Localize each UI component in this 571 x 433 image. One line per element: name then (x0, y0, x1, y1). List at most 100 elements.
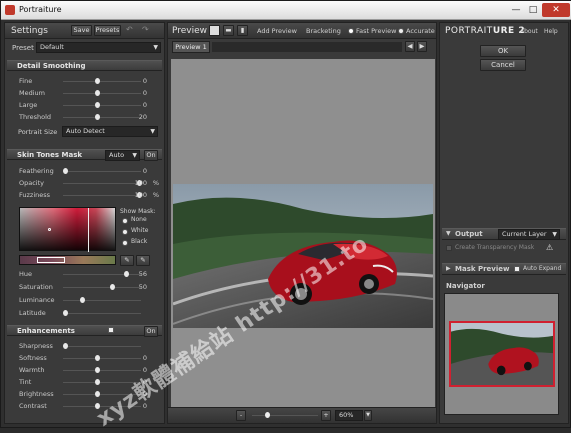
right-panel: PORTRAITURE 2 About Help OK Cancel ▼ Out… (439, 22, 569, 424)
close-button[interactable]: ✕ (542, 3, 570, 17)
skin-tones-title: Skin Tones Mask (17, 151, 83, 159)
hsl-slider-knob[interactable] (63, 310, 68, 316)
undo-icon[interactable]: ↶ (126, 25, 133, 34)
skin-on-toggle[interactable]: On (144, 150, 158, 161)
zoom-bar: - + 60% ▼ (168, 407, 436, 423)
cancel-button[interactable]: Cancel (480, 59, 526, 71)
fast-preview-radio[interactable] (348, 28, 354, 34)
detail-label: Large (19, 101, 38, 109)
tab-preview-1[interactable]: Preview 1 (172, 41, 210, 53)
detail-smoothing-header[interactable]: Detail Smoothing (7, 60, 162, 71)
tab-prev-icon[interactable]: ◀ (405, 41, 415, 52)
car-photo-svg (173, 184, 433, 328)
detail-slider-knob[interactable] (94, 78, 100, 84)
zoom-slider-track[interactable] (252, 415, 318, 416)
redo-icon[interactable]: ↷ (142, 25, 149, 34)
zoom-select[interactable]: 60% (335, 410, 363, 421)
enhancement-slider-knob[interactable] (94, 355, 100, 361)
enhancement-label: Softness (19, 354, 47, 362)
enhancements-on-toggle[interactable]: On (144, 326, 158, 337)
skin-slider-knob[interactable] (63, 168, 68, 174)
split-vertical-icon[interactable]: ▮ (237, 25, 248, 36)
tab-next-icon[interactable]: ▶ (417, 41, 427, 52)
mask-white-label: White (131, 227, 149, 234)
detail-slider-knob[interactable] (94, 102, 100, 108)
enhancement-slider-knob[interactable] (94, 391, 100, 397)
brand-name-part-1: PORTRAIT (445, 26, 493, 36)
navigator-panel[interactable] (444, 293, 559, 415)
create-mask-checkbox[interactable] (446, 245, 452, 251)
hue-selection[interactable] (37, 257, 65, 263)
split-horizontal-icon[interactable]: ▬ (223, 25, 234, 36)
presets-button[interactable]: Presets (94, 25, 121, 36)
output-select[interactable]: Current Layer ▼ (498, 229, 560, 240)
hsl-label: Latitude (19, 309, 46, 317)
detail-slider-knob[interactable] (94, 90, 100, 96)
enhancements-header[interactable]: Enhancements (7, 325, 162, 336)
hsl-slider-knob[interactable] (110, 284, 116, 290)
zoom-slider-knob[interactable] (265, 412, 270, 418)
preset-select[interactable]: Default ▼ (36, 42, 161, 53)
skin-label: Fuzziness (19, 191, 51, 199)
enhancement-slider-knob[interactable] (94, 379, 100, 385)
preview-toolbar: Preview ▬ ▮ Add Preview Bracketing Fast … (168, 23, 436, 39)
enhancement-label: Sharpness (19, 342, 53, 350)
add-preview-button[interactable]: Add Preview (257, 27, 297, 35)
detail-label: Medium (19, 89, 45, 97)
bracketing-button[interactable]: Bracketing (306, 27, 341, 35)
skin-unit: % (152, 191, 159, 199)
hsl-value: 56 (138, 270, 147, 278)
enhancement-slider[interactable] (63, 346, 141, 347)
minimize-button[interactable]: — (508, 3, 524, 17)
mask-none-label: None (131, 216, 147, 223)
hue-strip[interactable] (19, 255, 116, 265)
navigator-thumbnail (451, 323, 553, 385)
auto-expand-checkbox[interactable] (514, 266, 520, 272)
accurate-radio[interactable] (398, 28, 404, 34)
enhancement-slider-knob[interactable] (63, 343, 68, 349)
preview-canvas[interactable] (171, 59, 435, 421)
navigator-viewport[interactable] (449, 321, 555, 387)
mask-black-label: Black (131, 238, 148, 245)
mask-preview-header[interactable]: ▶ Mask Preview Auto Expand (442, 263, 566, 275)
about-link[interactable]: About (520, 28, 538, 35)
fast-preview-label: Fast Preview (356, 27, 397, 35)
preset-value: Default (40, 43, 64, 51)
enhancement-label: Brightness (19, 390, 54, 398)
detail-row: Threshold 20 (19, 112, 159, 122)
detail-value: 0 (142, 89, 147, 97)
hsl-slider[interactable] (63, 313, 141, 314)
create-mask-label: Create Transparency Mask (455, 244, 535, 251)
hsl-label: Luminance (19, 296, 55, 304)
color-range-divider (88, 208, 89, 252)
maximize-button[interactable]: □ (525, 3, 541, 17)
eyedropper-icon[interactable]: ✎ (120, 255, 134, 266)
eyedropper-plus-icon[interactable]: ✎ (136, 255, 150, 266)
ok-button[interactable]: OK (480, 45, 526, 57)
skin-unit: % (152, 179, 159, 187)
color-picker-marker[interactable] (48, 228, 51, 231)
navigator-title: Navigator (446, 282, 485, 290)
mask-black-radio[interactable] (122, 240, 128, 246)
portrait-size-select[interactable]: Auto Detect ▼ (62, 126, 158, 137)
color-range-picker[interactable] (19, 207, 116, 252)
preview-image (173, 184, 433, 328)
mask-white-radio[interactable] (122, 229, 128, 235)
enhancement-slider-knob[interactable] (94, 367, 100, 373)
settings-panel: Settings Save Presets ↶ ↷ Preset Default… (4, 22, 165, 424)
help-link[interactable]: Help (544, 28, 558, 35)
zoom-in-button[interactable]: + (321, 410, 331, 421)
hsl-slider[interactable] (63, 300, 141, 301)
mask-none-radio[interactable] (122, 218, 128, 224)
skin-mode-select[interactable]: Auto ▼ (105, 150, 140, 161)
enhancement-label: Warmth (19, 366, 45, 374)
detail-slider-knob[interactable] (94, 114, 100, 120)
single-view-icon[interactable] (209, 25, 220, 36)
enhancements-checkbox[interactable] (108, 327, 114, 333)
chevron-down-icon: ▼ (150, 128, 155, 135)
hsl-slider-knob[interactable] (79, 297, 85, 303)
save-button[interactable]: Save (71, 25, 92, 36)
chevron-down-icon: ▼ (153, 44, 158, 51)
zoom-dropdown-icon[interactable]: ▼ (364, 410, 372, 421)
zoom-out-button[interactable]: - (236, 410, 246, 421)
